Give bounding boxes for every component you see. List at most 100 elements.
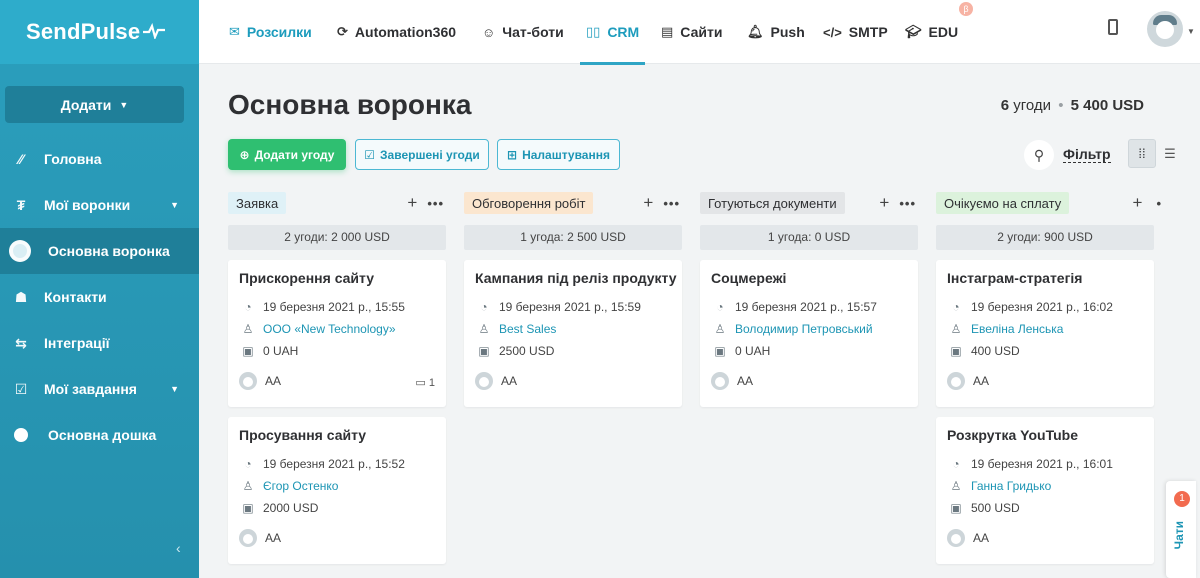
arrows-icon: ⇆ [15, 334, 27, 351]
deal-contact[interactable]: Евеліна Ленська [971, 322, 1063, 336]
chat-widget[interactable]: 1 Чати [1166, 481, 1196, 578]
comments-count: ▭ 1 [415, 376, 435, 389]
deal-card[interactable]: Розкрутка YouTube ◔ 19 березня 2021 р., 1… [936, 417, 1154, 564]
more-icon[interactable]: ••• [427, 196, 444, 211]
clock-icon: ◔ [952, 300, 960, 314]
column-summary: 1 угода: 0 USD [700, 225, 918, 250]
mail-icon: ✉ [229, 24, 240, 39]
collapse-sidebar-icon[interactable]: ‹ [176, 540, 181, 556]
tab-smtp[interactable]: </> SMTP [823, 0, 888, 64]
tab-label: Сайти [680, 24, 723, 40]
summary-count: 6 [1000, 97, 1010, 114]
stage-label: Заявка [228, 192, 287, 214]
add-icon[interactable]: + [879, 193, 889, 213]
tab-label: SMTP [848, 24, 888, 40]
sidebar-item-label: Основна воронка [48, 243, 170, 259]
tab-chatbots[interactable]: ☺ Чат-боти [482, 0, 564, 64]
deal-owner: AA [265, 374, 282, 388]
checkbox-icon: ☑ [364, 147, 376, 162]
sidebar-item-main-funnel[interactable]: Основна воронка [0, 228, 199, 274]
phone-icon[interactable] [1108, 19, 1118, 35]
deal-contact[interactable]: Best Sales [499, 322, 556, 336]
more-icon[interactable]: • [1156, 196, 1162, 211]
add-icon[interactable]: + [1133, 193, 1143, 213]
deal-amount: 0 UAH [735, 344, 771, 358]
deal-card[interactable]: Просування сайту ◔ 19 березня 2021 р., 15… [228, 417, 446, 564]
top-nav: ✉ Розсилки ⟳ Automation360 ☺ Чат-боти ▯▯… [199, 0, 1200, 65]
search-button[interactable]: ⚲ [1024, 140, 1054, 170]
filter-link[interactable]: Фільтр [1063, 146, 1111, 163]
avatar [947, 529, 965, 547]
deal-contact[interactable]: Ганна Гридько [971, 479, 1051, 493]
sidebar-item-contacts[interactable]: ☗ Контакти [0, 274, 199, 320]
add-deal-label: Додати угоду [254, 147, 335, 162]
column-summary: 1 угода: 2 500 USD [464, 225, 682, 250]
deal-amount: 2500 USD [499, 344, 555, 358]
sidebar: SendPulse Додати ▼ ⁄⁄ Головна ₮ Мої воро… [0, 0, 199, 578]
add-deal-button[interactable]: ⊕ Додати угоду [228, 139, 346, 170]
logo[interactable]: SendPulse [0, 0, 199, 64]
chat-badge: 1 [1174, 491, 1190, 507]
tab-crm[interactable]: ▯▯ CRM [579, 0, 646, 65]
completed-deals-button[interactable]: ☑ Завершені угоди [355, 139, 489, 170]
person-icon: ♙ [242, 479, 254, 493]
deal-owner: AA [265, 531, 282, 545]
pipeline-column: Заявка + ••• 2 угоди: 2 000 USD Прискоре… [228, 192, 446, 564]
tab-label: EDU [928, 24, 959, 40]
deal-amount: 400 USD [971, 344, 1020, 358]
sidebar-item-funnels[interactable]: ₮ Мої воронки ▼ [0, 182, 199, 228]
sidebar-item-integrations[interactable]: ⇆ Інтеграції [0, 320, 199, 366]
graduation-icon: 🎓︎ [905, 24, 922, 39]
settings-icon: ⊞ [507, 147, 518, 162]
chevron-down-icon[interactable]: ▼ [1187, 27, 1195, 36]
avatar [239, 372, 257, 390]
summary-amount: 5 400 USD [1070, 97, 1144, 114]
add-button[interactable]: Додати ▼ [5, 86, 184, 123]
deal-date: 19 березня 2021 р., 15:55 [263, 300, 405, 314]
chevron-down-icon: ▼ [119, 99, 129, 110]
deal-contact[interactable]: Володимир Петровський [735, 322, 873, 336]
deal-card[interactable]: Кампания під реліз продукту ◔ 19 березня … [464, 260, 682, 407]
chevron-down-icon: ▼ [170, 200, 179, 210]
deal-date: 19 березня 2021 р., 16:02 [971, 300, 1113, 314]
more-icon[interactable]: ••• [663, 196, 680, 211]
tab-push[interactable]: 🔔︎ Push [747, 0, 805, 64]
deal-date: 19 березня 2021 р., 16:01 [971, 457, 1113, 471]
pipeline-column: Обговорення робіт + ••• 1 угода: 2 500 U… [464, 192, 682, 407]
deal-amount: 500 USD [971, 501, 1020, 515]
list-view-icon[interactable]: ☰ [1156, 139, 1184, 168]
avatar[interactable] [1147, 11, 1183, 47]
deal-card[interactable]: Соцмережі ◔ 19 березня 2021 р., 15:57 ♙ Во… [700, 260, 918, 407]
wallet-icon: ▣ [950, 501, 962, 515]
sidebar-item-label: Головна [44, 151, 102, 167]
crm-icon: ▯▯ [586, 24, 601, 39]
chevron-down-icon: ▼ [170, 384, 179, 394]
pulse-icon [143, 19, 166, 45]
sidebar-item-board[interactable]: Основна дошка [0, 412, 199, 458]
board-view-icon[interactable]: ⁞⁞ [1128, 139, 1156, 168]
sidebar-item-tasks[interactable]: ☑ Мої завдання ▼ [0, 366, 199, 412]
person-icon: ♙ [478, 322, 490, 336]
deal-contact[interactable]: Єгор Остенко [263, 479, 338, 493]
deal-date: 19 березня 2021 р., 15:57 [735, 300, 877, 314]
person-icon: ♙ [950, 322, 962, 336]
tab-label: Розсилки [246, 24, 312, 40]
clock-icon: ◔ [952, 457, 960, 471]
stage-label: Очікуємо на сплату [936, 192, 1070, 214]
settings-button[interactable]: ⊞ Налаштування [497, 139, 620, 170]
sidebar-item-home[interactable]: ⁄⁄ Головна [0, 136, 199, 182]
deal-owner: AA [501, 374, 518, 388]
add-button-label: Додати [60, 96, 112, 113]
stage-label: Готуються документи [700, 192, 845, 214]
tab-edu[interactable]: 🎓︎ EDU [905, 0, 958, 64]
add-icon[interactable]: + [643, 193, 653, 213]
deal-card[interactable]: Інстаграм-стратегія ◔ 19 березня 2021 р.,… [936, 260, 1154, 407]
deal-contact[interactable]: ООО «New Technology» [263, 322, 396, 336]
tab-mailings[interactable]: ✉ Розсилки [229, 0, 312, 64]
add-icon[interactable]: + [407, 193, 417, 213]
tab-sites[interactable]: ▤ Сайти [661, 0, 722, 64]
deal-card[interactable]: Прискорення сайту ◔ 19 березня 2021 р., 1… [228, 260, 446, 407]
tab-automation[interactable]: ⟳ Automation360 [337, 0, 456, 64]
deal-title: Інстаграм-стратегія [947, 270, 1083, 286]
more-icon[interactable]: ••• [899, 196, 916, 211]
